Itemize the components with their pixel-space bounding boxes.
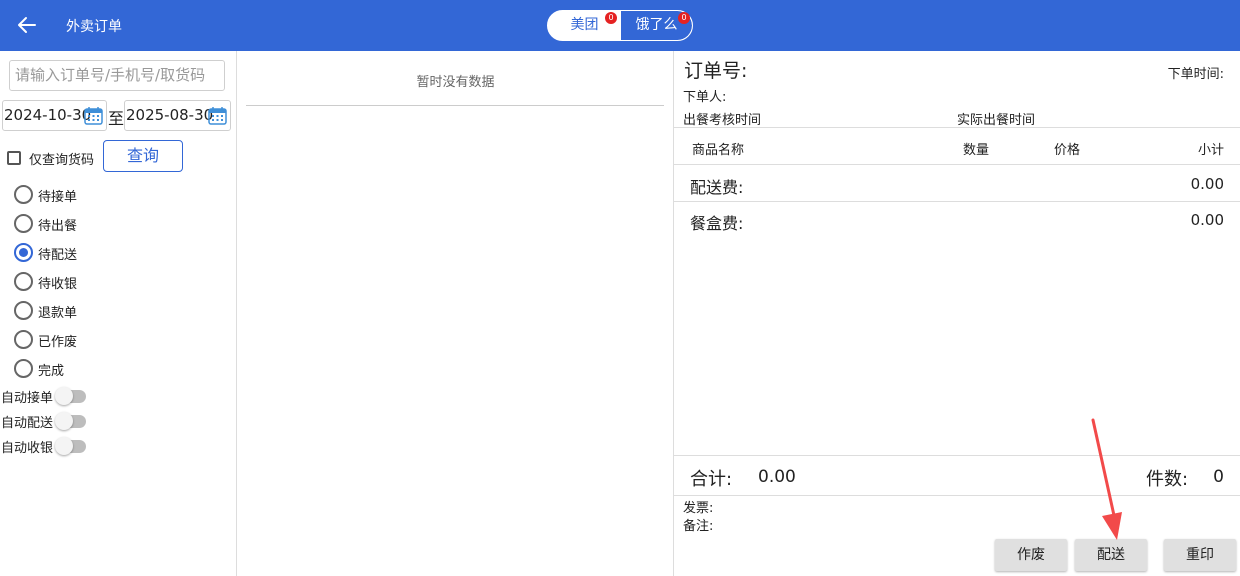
date-separator: 至 — [108, 109, 125, 128]
col-subtotal: 小计 — [1197, 143, 1224, 158]
total-label: 合计: — [690, 469, 733, 490]
order-detail: 订单号: 下单时间: 下单人: 出餐考核时间 实际出餐时间 商品名称 数量 价格… — [674, 51, 1240, 576]
date-from-field[interactable]: 2024-10-30 — [2, 100, 107, 131]
void-button[interactable]: 作废 — [995, 539, 1067, 571]
auto-deliver-toggle[interactable] — [55, 412, 86, 430]
box-fee-value: 0.00 — [1190, 211, 1224, 229]
date-from-value: 2024-10-30 — [4, 106, 92, 124]
status-label: 待配送 — [38, 248, 78, 263]
status-radio-pending-meal[interactable] — [14, 214, 33, 233]
eleme-badge: 0 — [678, 12, 690, 24]
status-radio-voided[interactable] — [14, 330, 33, 349]
divider — [674, 164, 1240, 165]
search-input[interactable]: 请输入订单号/手机号/取货码 — [9, 60, 225, 91]
status-radio-completed[interactable] — [14, 359, 33, 378]
reprint-button[interactable]: 重印 — [1164, 539, 1236, 571]
status-label: 退款单 — [38, 306, 78, 321]
status-label: 待出餐 — [38, 219, 78, 234]
status-label: 已作废 — [38, 335, 78, 350]
delivery-fee-label: 配送费: — [690, 178, 744, 197]
pickup-only-label: 仅查询货码 — [29, 153, 95, 168]
status-label: 待收银 — [38, 277, 78, 292]
auto-deliver-label: 自动配送 — [1, 416, 54, 431]
query-button[interactable]: 查询 — [103, 140, 183, 172]
divider — [674, 455, 1240, 456]
status-radio-refund[interactable] — [14, 301, 33, 320]
auto-cashier-toggle[interactable] — [55, 437, 86, 455]
platform-switch: 美团 饿了么 — [547, 10, 693, 41]
auto-accept-toggle[interactable] — [55, 387, 86, 405]
calendar-icon[interactable] — [84, 106, 103, 125]
status-radio-pending-delivery[interactable] — [14, 243, 33, 262]
order-time-label: 下单时间: — [1167, 67, 1224, 82]
orderer-label: 下单人: — [683, 90, 727, 105]
status-label: 待接单 — [38, 190, 78, 205]
order-no-label: 订单号: — [684, 60, 748, 82]
meituan-badge: 0 — [605, 12, 617, 24]
meal-actual-time-label: 实际出餐时间 — [957, 113, 1036, 128]
col-price: 价格 — [1054, 143, 1081, 158]
count-value: 0 — [1213, 467, 1224, 487]
delivery-fee-value: 0.00 — [1190, 175, 1224, 193]
date-to-value: 2025-08-30 — [126, 106, 214, 124]
divider — [674, 495, 1240, 496]
page-title: 外卖订单 — [66, 19, 122, 35]
divider — [674, 127, 1240, 128]
calendar-icon[interactable] — [208, 106, 227, 125]
back-arrow-icon[interactable] — [14, 12, 40, 38]
divider — [674, 201, 1240, 202]
date-to-field[interactable]: 2025-08-30 — [124, 100, 231, 131]
box-fee-label: 餐盒费: — [690, 214, 744, 233]
filter-panel: 请输入订单号/手机号/取货码 2024-10-30 至 2025-08-30 仅… — [0, 51, 237, 576]
auto-cashier-label: 自动收银 — [1, 441, 54, 456]
status-radio-pending-accept[interactable] — [14, 185, 33, 204]
empty-message: 暂时没有数据 — [416, 75, 495, 90]
order-list: 暂时没有数据 — [237, 51, 674, 576]
total-value: 0.00 — [758, 467, 796, 487]
invoice-label: 发票: — [683, 501, 714, 516]
deliver-button[interactable]: 配送 — [1075, 539, 1147, 571]
remark-label: 备注: — [683, 519, 714, 534]
status-label: 完成 — [38, 364, 65, 379]
divider — [246, 105, 664, 106]
col-quantity: 数量 — [963, 143, 990, 158]
meal-check-time-label: 出餐考核时间 — [683, 113, 762, 128]
count-label: 件数: — [1146, 469, 1189, 490]
status-radio-pending-cashier[interactable] — [14, 272, 33, 291]
pickup-only-checkbox[interactable] — [7, 151, 21, 165]
top-bar: 外卖订单 美团 饿了么 0 0 — [0, 0, 1240, 51]
col-product-name: 商品名称 — [692, 143, 745, 158]
auto-accept-label: 自动接单 — [1, 391, 54, 406]
